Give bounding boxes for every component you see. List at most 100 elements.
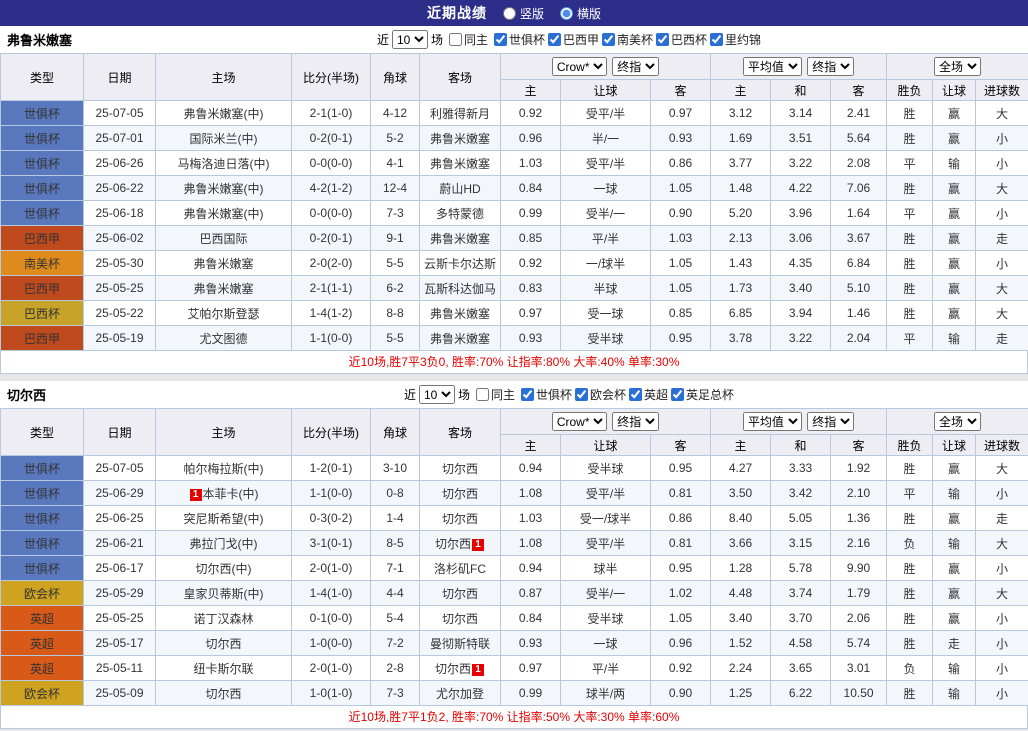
odds-home: 0.94 xyxy=(501,556,561,581)
league-label: 英足总杯 xyxy=(686,386,734,403)
league-filter[interactable]: 巴西甲 xyxy=(548,31,599,48)
league-type: 世俱杯 xyxy=(1,456,84,481)
same-home-filter[interactable]: 同主 xyxy=(449,31,488,48)
score: 2-0(1-0) xyxy=(292,556,371,581)
handicap-line: 半/一 xyxy=(561,126,651,151)
avg-draw: 5.05 xyxy=(771,506,831,531)
league-checkbox[interactable] xyxy=(575,388,588,401)
home-team: 弗鲁米嫩塞 xyxy=(156,251,292,276)
match-row: 世俱杯25-06-21弗拉门戈(中)3-1(0-1)8-5切尔西11.08受平/… xyxy=(1,531,1028,556)
away-team: 切尔西1 xyxy=(420,656,501,681)
match-row: 世俱杯25-06-291本菲卡(中)1-1(0-0)0-8切尔西1.08受平/半… xyxy=(1,481,1028,506)
subheader-avg-home: 主 xyxy=(711,80,771,101)
result-wdl: 胜 xyxy=(887,101,933,126)
company-select[interactable]: Crow* xyxy=(552,57,607,76)
team-label: 巴西国际 xyxy=(199,232,247,246)
handicap-line: 平/半 xyxy=(561,656,651,681)
odds-home: 0.92 xyxy=(501,251,561,276)
league-label: 里约锦 xyxy=(725,31,761,48)
league-checkbox[interactable] xyxy=(629,388,642,401)
home-team: 巴西国际 xyxy=(156,226,292,251)
corners: 7-3 xyxy=(371,201,420,226)
subheader-avg-away: 客 xyxy=(831,80,887,101)
match-date: 25-06-29 xyxy=(84,481,156,506)
league-checkbox[interactable] xyxy=(548,33,561,46)
away-team: 弗鲁米嫩塞 xyxy=(420,326,501,351)
average-odds-group: 平均值 终指 xyxy=(711,54,887,80)
layout-option-horizontal[interactable]: 横版 xyxy=(560,5,601,22)
odds-away: 0.81 xyxy=(651,481,711,506)
league-checkbox[interactable] xyxy=(671,388,684,401)
result-goals: 大 xyxy=(976,276,1028,301)
league-filter[interactable]: 欧会杯 xyxy=(575,386,626,403)
league-label: 巴西甲 xyxy=(563,31,599,48)
league-filter[interactable]: 英足总杯 xyxy=(671,386,734,403)
home-team: 弗拉门戈(中) xyxy=(156,531,292,556)
avg-away: 1.46 xyxy=(831,301,887,326)
average-time-select[interactable]: 终指 xyxy=(807,57,854,76)
avg-draw: 5.78 xyxy=(771,556,831,581)
average-select[interactable]: 平均值 xyxy=(743,412,802,431)
avg-away: 9.90 xyxy=(831,556,887,581)
league-checkbox[interactable] xyxy=(494,33,507,46)
result-handicap: 输 xyxy=(933,326,976,351)
result-handicap: 赢 xyxy=(933,101,976,126)
odds-away: 1.05 xyxy=(651,251,711,276)
league-filter[interactable]: 英超 xyxy=(629,386,668,403)
scope-select[interactable]: 全场 xyxy=(934,412,981,431)
avg-away: 7.06 xyxy=(831,176,887,201)
header-score: 比分(半场) xyxy=(292,54,371,101)
recent-matches-table: 类型 日期 主场 比分(半场) 角球 客场 Crow* 终指 平均值 终指 全场 xyxy=(0,408,1028,706)
average-select[interactable]: 平均值 xyxy=(743,57,802,76)
team-label: 国际米兰(中) xyxy=(190,132,258,146)
header-away: 客场 xyxy=(420,409,501,456)
league-checkbox[interactable] xyxy=(656,33,669,46)
scope-select[interactable]: 全场 xyxy=(934,57,981,76)
match-row: 巴西甲25-05-19尤文图德1-1(0-0)5-5弗鲁米嫩塞0.93受半球0.… xyxy=(1,326,1028,351)
company-odds-time-select[interactable]: 终指 xyxy=(612,57,659,76)
layout-option-vertical[interactable]: 竖版 xyxy=(503,5,544,22)
result-handicap: 赢 xyxy=(933,456,976,481)
league-type: 南美杯 xyxy=(1,251,84,276)
match-count-select[interactable]: 10 xyxy=(419,385,455,404)
result-wdl: 胜 xyxy=(887,176,933,201)
result-handicap: 赢 xyxy=(933,276,976,301)
handicap-line: 受平/半 xyxy=(561,151,651,176)
avg-draw: 3.22 xyxy=(771,326,831,351)
league-type: 世俱杯 xyxy=(1,151,84,176)
league-filter[interactable]: 里约锦 xyxy=(710,31,761,48)
league-filter[interactable]: 南美杯 xyxy=(602,31,653,48)
subheader-handicap: 让球 xyxy=(561,80,651,101)
match-row: 南美杯25-05-30弗鲁米嫩塞2-0(2-0)5-5云斯卡尔达斯0.92一/球… xyxy=(1,251,1028,276)
league-checkbox[interactable] xyxy=(602,33,615,46)
home-team: 尤文图德 xyxy=(156,326,292,351)
league-type: 世俱杯 xyxy=(1,506,84,531)
horizontal-layout-radio[interactable] xyxy=(560,7,573,20)
team-label: 切尔西 xyxy=(205,637,241,651)
team-section-fluminense: 弗鲁米嫩塞 近 10 场 同主 世俱杯巴西甲南美杯巴西杯里约锦 类型 日期 主场… xyxy=(0,26,1028,374)
league-checkbox[interactable] xyxy=(521,388,534,401)
same-home-checkbox[interactable] xyxy=(449,33,462,46)
result-goals: 小 xyxy=(976,681,1028,706)
league-filter[interactable]: 世俱杯 xyxy=(521,386,572,403)
near-label: 近 xyxy=(404,386,416,403)
avg-away: 5.64 xyxy=(831,126,887,151)
league-checkbox[interactable] xyxy=(710,33,723,46)
odds-away: 0.92 xyxy=(651,656,711,681)
odds-home: 0.96 xyxy=(501,126,561,151)
team-label: 弗拉门戈(中) xyxy=(190,537,258,551)
same-home-filter[interactable]: 同主 xyxy=(476,386,515,403)
league-label: 南美杯 xyxy=(617,31,653,48)
vertical-layout-radio[interactable] xyxy=(503,7,516,20)
match-date: 25-07-05 xyxy=(84,101,156,126)
league-filter[interactable]: 世俱杯 xyxy=(494,31,545,48)
average-time-select[interactable]: 终指 xyxy=(807,412,854,431)
company-odds-time-select[interactable]: 终指 xyxy=(612,412,659,431)
league-filter[interactable]: 巴西杯 xyxy=(656,31,707,48)
red-card-badge: 1 xyxy=(472,664,484,676)
corners: 1-4 xyxy=(371,506,420,531)
result-handicap: 赢 xyxy=(933,506,976,531)
company-select[interactable]: Crow* xyxy=(552,412,607,431)
same-home-checkbox[interactable] xyxy=(476,388,489,401)
match-count-select[interactable]: 10 xyxy=(392,30,428,49)
